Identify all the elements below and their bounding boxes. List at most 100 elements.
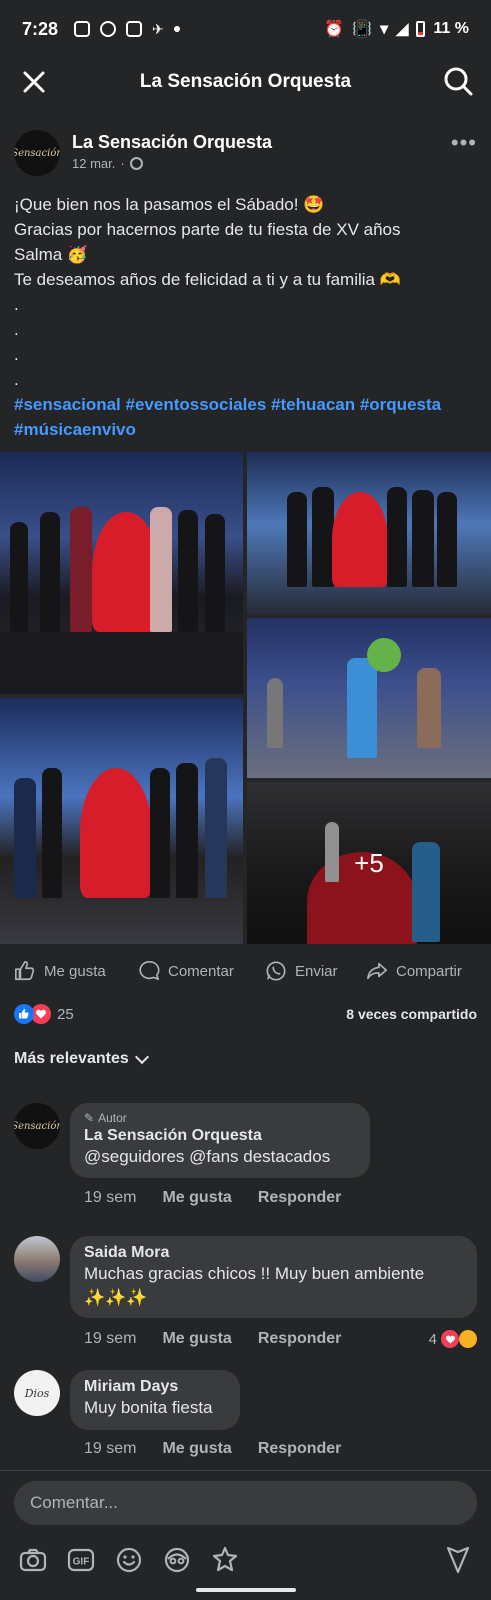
post-header: Sensación La Sensación Orquesta 12 mar. …	[14, 126, 477, 180]
composer-toolbar: GIF	[18, 1543, 473, 1577]
comment-button[interactable]: Comentar	[138, 960, 234, 982]
reaction-count: 25	[57, 1005, 74, 1023]
comment-text: @seguidores @fans destacados	[84, 1147, 331, 1166]
instagram-icon	[74, 21, 91, 37]
post-meta: 12 mar. ·	[72, 156, 143, 171]
globe-icon	[129, 157, 143, 170]
comment-time: 19 sem	[84, 1330, 137, 1347]
share-button[interactable]: Compartir	[366, 960, 462, 982]
home-indicator[interactable]	[196, 1588, 296, 1592]
comment-reaction-count: 4	[428, 1330, 437, 1348]
post-line: ¡Que bien nos la pasamos el Sábado! 🤩	[14, 195, 325, 214]
more-options-icon[interactable]: •••	[451, 130, 477, 156]
post-date[interactable]: 12 mar.	[72, 156, 115, 171]
search-icon[interactable]	[441, 64, 475, 98]
share-count[interactable]: 8 veces compartido	[346, 1006, 477, 1022]
more-dot-icon	[173, 26, 180, 32]
post-line: Gracias por hacernos parte de tu fiesta …	[14, 220, 401, 239]
commenter-name[interactable]: Miriam Days	[84, 1378, 226, 1396]
status-bar: 7:28 ✈ ⏰ 📳 ▾ ◢ 11 %	[0, 0, 491, 58]
post-author-name[interactable]: La Sensación Orquesta	[72, 132, 272, 153]
photo-4[interactable]	[0, 698, 243, 944]
pencil-icon: ✎	[84, 1111, 95, 1125]
post-body: ¡Que bien nos la pasamos el Sábado! 🤩 Gr…	[14, 192, 477, 442]
emoji-icon[interactable]	[114, 1545, 144, 1575]
send-button[interactable]: Enviar	[265, 960, 338, 982]
comment-item: Sensación ✎ Autor La Sensación Orquesta …	[14, 1103, 477, 1206]
alarm-icon: ⏰	[324, 21, 345, 38]
comment-time: 19 sem	[84, 1189, 137, 1206]
page-avatar[interactable]: Sensación	[14, 130, 60, 176]
post-line: .	[14, 295, 19, 314]
post-line: .	[14, 345, 19, 364]
comment-like-button[interactable]: Me gusta	[162, 1330, 231, 1348]
love-reaction-icon	[31, 1004, 51, 1024]
sticker-icon[interactable]	[210, 1545, 240, 1575]
photo-2[interactable]	[247, 452, 491, 614]
vibrate-icon: 📳	[352, 21, 373, 38]
comment-bubble[interactable]: ✎ Autor La Sensación Orquesta @seguidore…	[70, 1103, 370, 1178]
share-label: Compartir	[396, 962, 462, 980]
post-hashtags[interactable]: #sensacional #eventossociales #tehuacan …	[14, 392, 477, 442]
close-icon[interactable]	[18, 66, 50, 98]
signal-icon: ◢	[396, 21, 409, 38]
comment-text: Muy bonita fiesta	[84, 1398, 213, 1417]
comment-reactions[interactable]: 4	[429, 1330, 477, 1348]
reactions-bar[interactable]: 25 8 veces compartido	[14, 1003, 477, 1025]
post-actions: Me gusta Comentar Enviar Compartir	[0, 956, 491, 986]
battery-icon	[416, 21, 426, 37]
post-line: .	[14, 320, 19, 339]
post-line: Salma 🥳	[14, 245, 89, 264]
commenter-avatar[interactable]	[14, 1236, 60, 1282]
camera-icon[interactable]	[18, 1545, 48, 1575]
author-badge: ✎ Autor	[84, 1111, 356, 1125]
comment-like-button[interactable]: Me gusta	[162, 1189, 231, 1207]
like-button[interactable]: Me gusta	[14, 960, 106, 982]
page-title: La Sensación Orquesta	[139, 71, 352, 92]
post-line: .	[14, 370, 19, 389]
photo-grid: +5	[0, 452, 491, 944]
gif-icon[interactable]: GIF	[66, 1545, 96, 1575]
photo-3[interactable]	[247, 618, 491, 778]
comment-meta: 19 sem Me gusta Responder	[84, 1440, 341, 1458]
like-reaction-icon	[14, 1004, 34, 1024]
post-line: Te deseamos años de felicidad a ti y a t…	[14, 270, 401, 289]
commenter-avatar[interactable]: Dios	[14, 1370, 60, 1416]
top-bar: La Sensación Orquesta	[0, 58, 491, 106]
status-time: 7:28	[22, 18, 59, 39]
send-icon[interactable]	[443, 1545, 473, 1575]
commenter-name[interactable]: La Sensación Orquesta	[84, 1127, 356, 1145]
avatar-logo-text: Sensación	[14, 147, 60, 159]
comment-bubble[interactable]: Saida Mora Muchas gracias chicos !! Muy …	[70, 1236, 477, 1318]
send-label: Enviar	[295, 962, 338, 980]
comment-reply-button[interactable]: Responder	[258, 1440, 342, 1458]
comment-label: Comentar	[168, 962, 234, 980]
comment-reply-button[interactable]: Responder	[258, 1330, 342, 1348]
love-reaction-icon	[441, 1330, 459, 1348]
more-photos-overlay[interactable]: +5	[247, 782, 491, 944]
photo-5[interactable]: +5	[247, 782, 491, 944]
comment-time: 19 sem	[84, 1440, 137, 1457]
photo-1[interactable]	[0, 452, 243, 694]
airplane-icon: ✈	[152, 20, 164, 37]
avatar-text: Dios	[24, 1386, 50, 1400]
avatar-sticker-icon[interactable]	[162, 1545, 192, 1575]
comment-text: Muchas gracias chicos !! Muy buen ambien…	[84, 1264, 425, 1307]
like-label: Me gusta	[44, 962, 106, 980]
commenter-avatar[interactable]: Sensación	[14, 1103, 60, 1149]
meta-separator: ·	[120, 156, 125, 171]
commenter-name[interactable]: Saida Mora	[84, 1244, 463, 1262]
comment-like-button[interactable]: Me gusta	[162, 1440, 231, 1458]
share-icon	[367, 962, 387, 980]
comment-input[interactable]	[14, 1481, 477, 1525]
wifi-icon: ▾	[380, 21, 389, 38]
comment-icon	[139, 961, 160, 981]
comment-sort-dropdown[interactable]: Más relevantes	[14, 1049, 149, 1068]
comment-bubble[interactable]: Miriam Days Muy bonita fiesta	[70, 1370, 240, 1430]
hug-reaction-icon	[459, 1330, 477, 1348]
comment-composer: GIF	[0, 1470, 491, 1600]
chevron-down-icon	[134, 1049, 149, 1064]
comment-reply-button[interactable]: Responder	[258, 1189, 342, 1207]
status-right: ⏰ 📳 ▾ ◢ 11 %	[324, 19, 469, 39]
sort-label: Más relevantes	[14, 1050, 129, 1067]
